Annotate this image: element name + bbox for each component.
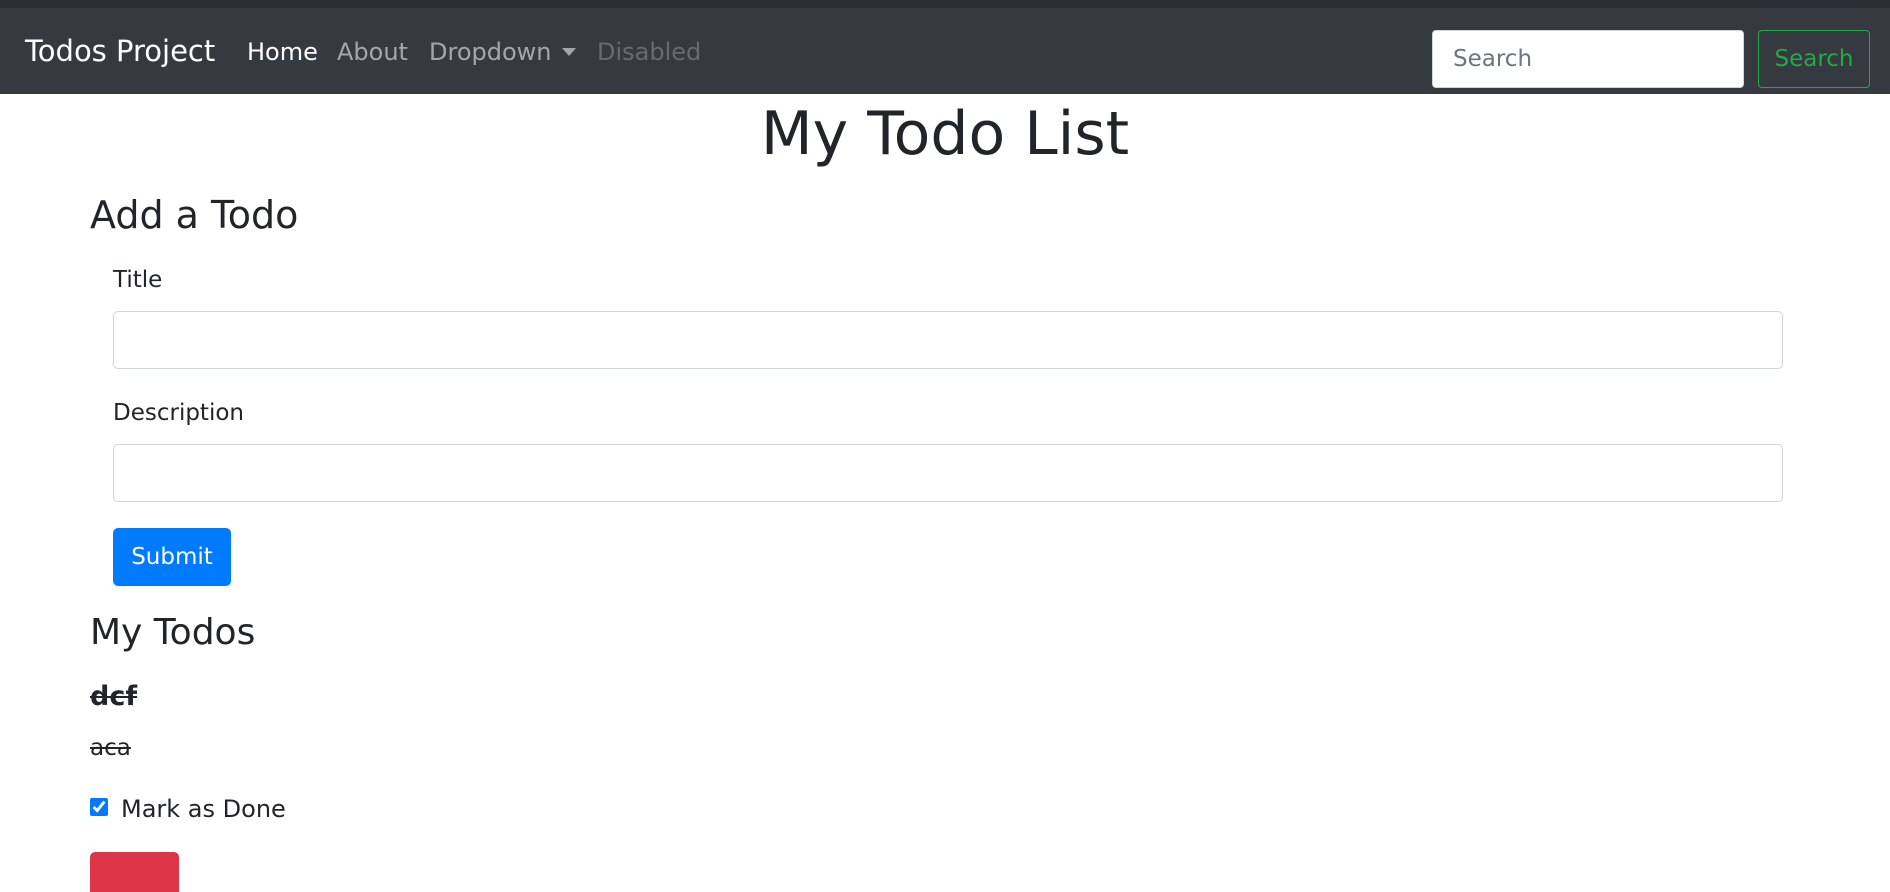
navbar-brand[interactable]: Todos Project [25, 34, 215, 68]
nav-link-about[interactable]: About [337, 38, 408, 66]
title-label: Title [113, 267, 163, 293]
search-button[interactable]: Search [1758, 30, 1870, 88]
nav-dropdown-toggle[interactable]: Dropdown [429, 38, 576, 66]
nav-link-disabled: Disabled [597, 38, 702, 66]
todo-title: dcf [90, 681, 138, 712]
title-input[interactable] [113, 311, 1783, 369]
delete-button[interactable] [90, 852, 179, 892]
submit-button[interactable]: Submit [113, 528, 231, 586]
add-todo-heading: Add a Todo [90, 193, 299, 237]
navbar: Todos Project Home About Dropdown Disabl… [0, 8, 1890, 94]
caret-down-icon [561, 48, 576, 56]
nav-dropdown-label: Dropdown [429, 38, 552, 66]
description-input[interactable] [113, 444, 1783, 502]
window-top-edge [0, 0, 1890, 8]
nav-link-home[interactable]: Home [247, 38, 318, 66]
mark-done-label[interactable]: Mark as Done [121, 795, 286, 823]
todo-description: aca [90, 735, 131, 761]
description-label: Description [113, 400, 244, 426]
search-input[interactable] [1432, 30, 1744, 88]
my-todos-heading: My Todos [90, 612, 256, 653]
page-title: My Todo List [760, 99, 1130, 169]
mark-done-checkbox[interactable] [90, 798, 108, 816]
